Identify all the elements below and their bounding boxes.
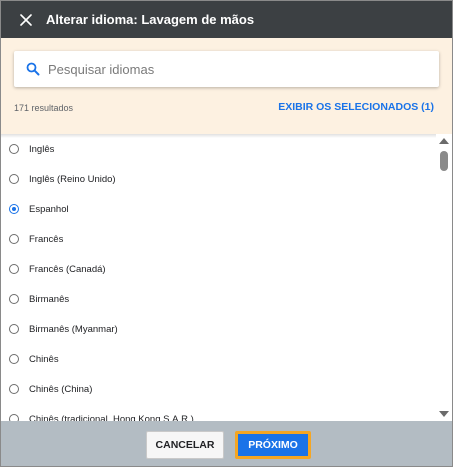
- radio-unchecked-icon[interactable]: [9, 324, 19, 334]
- scroll-thumb[interactable]: [440, 151, 448, 171]
- results-count: 171 resultados: [14, 103, 74, 113]
- radio-unchecked-icon[interactable]: [9, 264, 19, 274]
- language-option-label: Birmanês: [29, 293, 70, 305]
- radio-unchecked-icon[interactable]: [9, 294, 19, 304]
- radio-unchecked-icon[interactable]: [9, 234, 19, 244]
- next-button[interactable]: PRÓXIMO: [235, 431, 311, 459]
- show-selected-link[interactable]: EXIBIR OS SELECIONADOS (1): [278, 101, 434, 113]
- scroll-up-arrow-icon[interactable]: [439, 138, 449, 144]
- search-icon: [26, 62, 40, 76]
- language-list-area: Inglês Inglês (Reino Unido) Espanhol Francê…: [1, 134, 452, 421]
- dialog-header: Alterar idioma: Lavagem de mãos: [1, 1, 452, 38]
- scrollbar[interactable]: [436, 134, 452, 421]
- change-language-dialog: Alterar idioma: Lavagem de mãos 171 resu…: [0, 0, 453, 467]
- language-option-label: Chinês: [29, 353, 59, 365]
- search-panel: 171 resultados EXIBIR OS SELECIONADOS (1…: [1, 38, 452, 134]
- search-box[interactable]: [14, 51, 439, 87]
- close-button[interactable]: [18, 12, 34, 28]
- language-option[interactable]: Espanhol: [1, 194, 435, 224]
- radio-unchecked-icon[interactable]: [9, 174, 19, 184]
- language-option[interactable]: Francês: [1, 224, 435, 254]
- language-option-label: Francês (Canadá): [29, 263, 106, 275]
- close-icon: [20, 13, 32, 26]
- scroll-down-arrow-icon[interactable]: [439, 411, 449, 417]
- radio-unchecked-icon[interactable]: [9, 354, 19, 364]
- language-option-label: Chinês (China): [29, 383, 93, 395]
- language-option-label: Inglês (Reino Unido): [29, 173, 116, 185]
- language-option[interactable]: Francês (Canadá): [1, 254, 435, 284]
- cancel-button[interactable]: CANCELAR: [146, 431, 224, 459]
- language-option-label: Francês: [29, 233, 64, 245]
- language-option[interactable]: Inglês (Reino Unido): [1, 164, 435, 194]
- language-option[interactable]: Chinês (China): [1, 374, 435, 404]
- language-list: Inglês Inglês (Reino Unido) Espanhol Francê…: [1, 134, 435, 421]
- dialog-footer: CANCELAR PRÓXIMO: [1, 421, 452, 466]
- radio-unchecked-icon[interactable]: [9, 414, 19, 421]
- language-option[interactable]: Birmanês (Myanmar): [1, 314, 435, 344]
- language-option[interactable]: Inglês: [1, 134, 435, 164]
- search-input[interactable]: [48, 61, 408, 77]
- radio-unchecked-icon[interactable]: [9, 144, 19, 154]
- language-option[interactable]: Chinês (tradicional, Hong Kong S.A.R.): [1, 404, 435, 421]
- radio-unchecked-icon[interactable]: [9, 384, 19, 394]
- language-option-label: Birmanês (Myanmar): [29, 323, 118, 335]
- language-option-label: Chinês (tradicional, Hong Kong S.A.R.): [29, 413, 194, 422]
- radio-checked-icon[interactable]: [9, 204, 19, 214]
- language-option-label: Inglês: [29, 143, 55, 155]
- language-option-label: Espanhol: [29, 203, 69, 215]
- language-option[interactable]: Chinês: [1, 344, 435, 374]
- dialog-title: Alterar idioma: Lavagem de mãos: [46, 12, 255, 27]
- language-option[interactable]: Birmanês: [1, 284, 435, 314]
